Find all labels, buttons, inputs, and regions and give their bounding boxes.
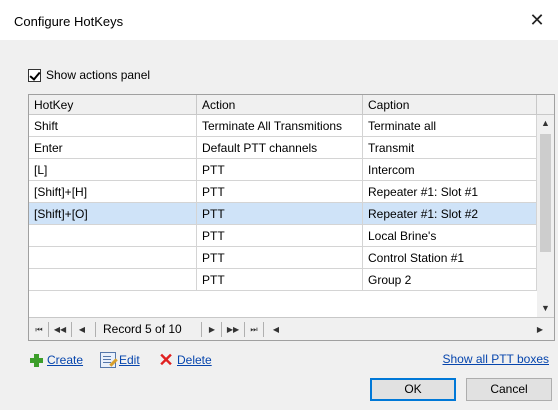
column-header-hotkey[interactable]: HotKey xyxy=(29,95,197,115)
scroll-right-icon[interactable]: ▶ xyxy=(533,322,547,337)
hotkey-cell[interactable] xyxy=(29,225,197,247)
grid-rows: Shift Terminate All Transmitions Terminate… xyxy=(29,115,537,291)
action-cell[interactable]: PTT xyxy=(197,269,363,291)
cancel-button[interactable]: Cancel xyxy=(466,378,552,401)
close-icon[interactable]: ✕ xyxy=(526,9,548,31)
dialog-body: Show actions panel HotKey Action Caption… xyxy=(0,40,558,410)
column-header-action[interactable]: Action xyxy=(197,95,363,115)
grid-header: HotKey Action Caption xyxy=(29,95,554,115)
edit-action[interactable]: Edit xyxy=(100,352,140,368)
hotkey-cell[interactable] xyxy=(29,269,197,291)
table-row[interactable]: Enter Default PTT channels Transmit xyxy=(29,137,537,159)
hotkey-cell[interactable]: [L] xyxy=(29,159,197,181)
window-title: Configure HotKeys xyxy=(14,14,124,29)
title-bar: Configure HotKeys ✕ xyxy=(0,0,558,40)
column-header-caption[interactable]: Caption xyxy=(363,95,537,115)
action-cell[interactable]: PTT xyxy=(197,203,363,225)
caption-cell[interactable]: Local Brine's xyxy=(363,225,537,247)
delete-action[interactable]: ✕ Delete xyxy=(158,350,212,370)
record-position-label: Record 5 of 10 xyxy=(103,322,182,336)
action-cell[interactable]: Terminate All Transmitions xyxy=(197,115,363,137)
scroll-down-icon[interactable]: ▼ xyxy=(537,300,554,317)
action-cell[interactable]: PTT xyxy=(197,159,363,181)
scroll-left-icon[interactable]: ◀ xyxy=(269,322,283,337)
caption-cell[interactable]: Repeater #1: Slot #1 xyxy=(363,181,537,203)
delete-icon: ✕ xyxy=(158,350,174,370)
last-record-icon[interactable]: ⏭ xyxy=(247,322,261,337)
create-action[interactable]: Create xyxy=(28,352,83,368)
hotkeys-grid: HotKey Action Caption Shift Terminate All… xyxy=(28,94,555,341)
hotkey-cell[interactable]: Shift xyxy=(29,115,197,137)
table-row[interactable]: PTT Group 2 xyxy=(29,269,537,291)
action-cell[interactable]: PTT xyxy=(197,247,363,269)
action-cell[interactable]: Default PTT channels xyxy=(197,137,363,159)
show-all-ptt-boxes-link[interactable]: Show all PTT boxes xyxy=(443,352,550,366)
edit-icon xyxy=(100,352,118,368)
next-page-icon[interactable]: ▶▶ xyxy=(224,322,242,337)
caption-cell[interactable]: Repeater #1: Slot #2 xyxy=(363,203,537,225)
caption-cell[interactable]: Intercom xyxy=(363,159,537,181)
record-navigator: ⏮ ◀◀ ◀ Record 5 of 10 ▶ ▶▶ ⏭ ◀ ▶ xyxy=(29,317,554,340)
delete-link[interactable]: Delete xyxy=(177,353,212,367)
horizontal-scroll-track[interactable] xyxy=(291,321,526,337)
caption-cell[interactable]: Group 2 xyxy=(363,269,537,291)
show-actions-panel-label[interactable]: Show actions panel xyxy=(46,68,150,82)
next-record-icon[interactable]: ▶ xyxy=(205,322,219,337)
action-cell[interactable]: PTT xyxy=(197,225,363,247)
vertical-scrollbar[interactable]: ▲ ▼ xyxy=(537,115,554,317)
hotkey-cell[interactable]: [Shift]+[H] xyxy=(29,181,197,203)
caption-cell[interactable]: Terminate all xyxy=(363,115,537,137)
plus-icon xyxy=(28,352,44,368)
hotkey-cell[interactable] xyxy=(29,247,197,269)
vertical-scroll-thumb[interactable] xyxy=(540,134,551,252)
action-cell[interactable]: PTT xyxy=(197,181,363,203)
caption-cell[interactable]: Transmit xyxy=(363,137,537,159)
actions-panel: Create Edit ✕ Delete Show all PTT boxes xyxy=(28,350,555,370)
table-row[interactable]: [Shift]+[O] PTT Repeater #1: Slot #2 xyxy=(29,203,537,225)
table-row[interactable]: PTT Local Brine's xyxy=(29,225,537,247)
show-actions-panel-checkbox[interactable] xyxy=(28,68,41,82)
show-actions-panel-checkbox-group[interactable]: Show actions panel xyxy=(28,68,150,82)
table-row[interactable]: Shift Terminate All Transmitions Terminate… xyxy=(29,115,537,137)
hotkey-cell[interactable]: Enter xyxy=(29,137,197,159)
create-link[interactable]: Create xyxy=(47,353,83,367)
first-record-icon[interactable]: ⏮ xyxy=(32,322,46,337)
scroll-up-icon[interactable]: ▲ xyxy=(537,115,554,132)
ok-button[interactable]: OK xyxy=(370,378,456,401)
caption-cell[interactable]: Control Station #1 xyxy=(363,247,537,269)
table-row[interactable]: [L] PTT Intercom xyxy=(29,159,537,181)
table-row[interactable]: PTT Control Station #1 xyxy=(29,247,537,269)
edit-link[interactable]: Edit xyxy=(119,353,140,367)
previous-page-icon[interactable]: ◀◀ xyxy=(51,322,69,337)
previous-record-icon[interactable]: ◀ xyxy=(75,322,89,337)
table-row[interactable]: [Shift]+[H] PTT Repeater #1: Slot #1 xyxy=(29,181,537,203)
hotkey-cell[interactable]: [Shift]+[O] xyxy=(29,203,197,225)
